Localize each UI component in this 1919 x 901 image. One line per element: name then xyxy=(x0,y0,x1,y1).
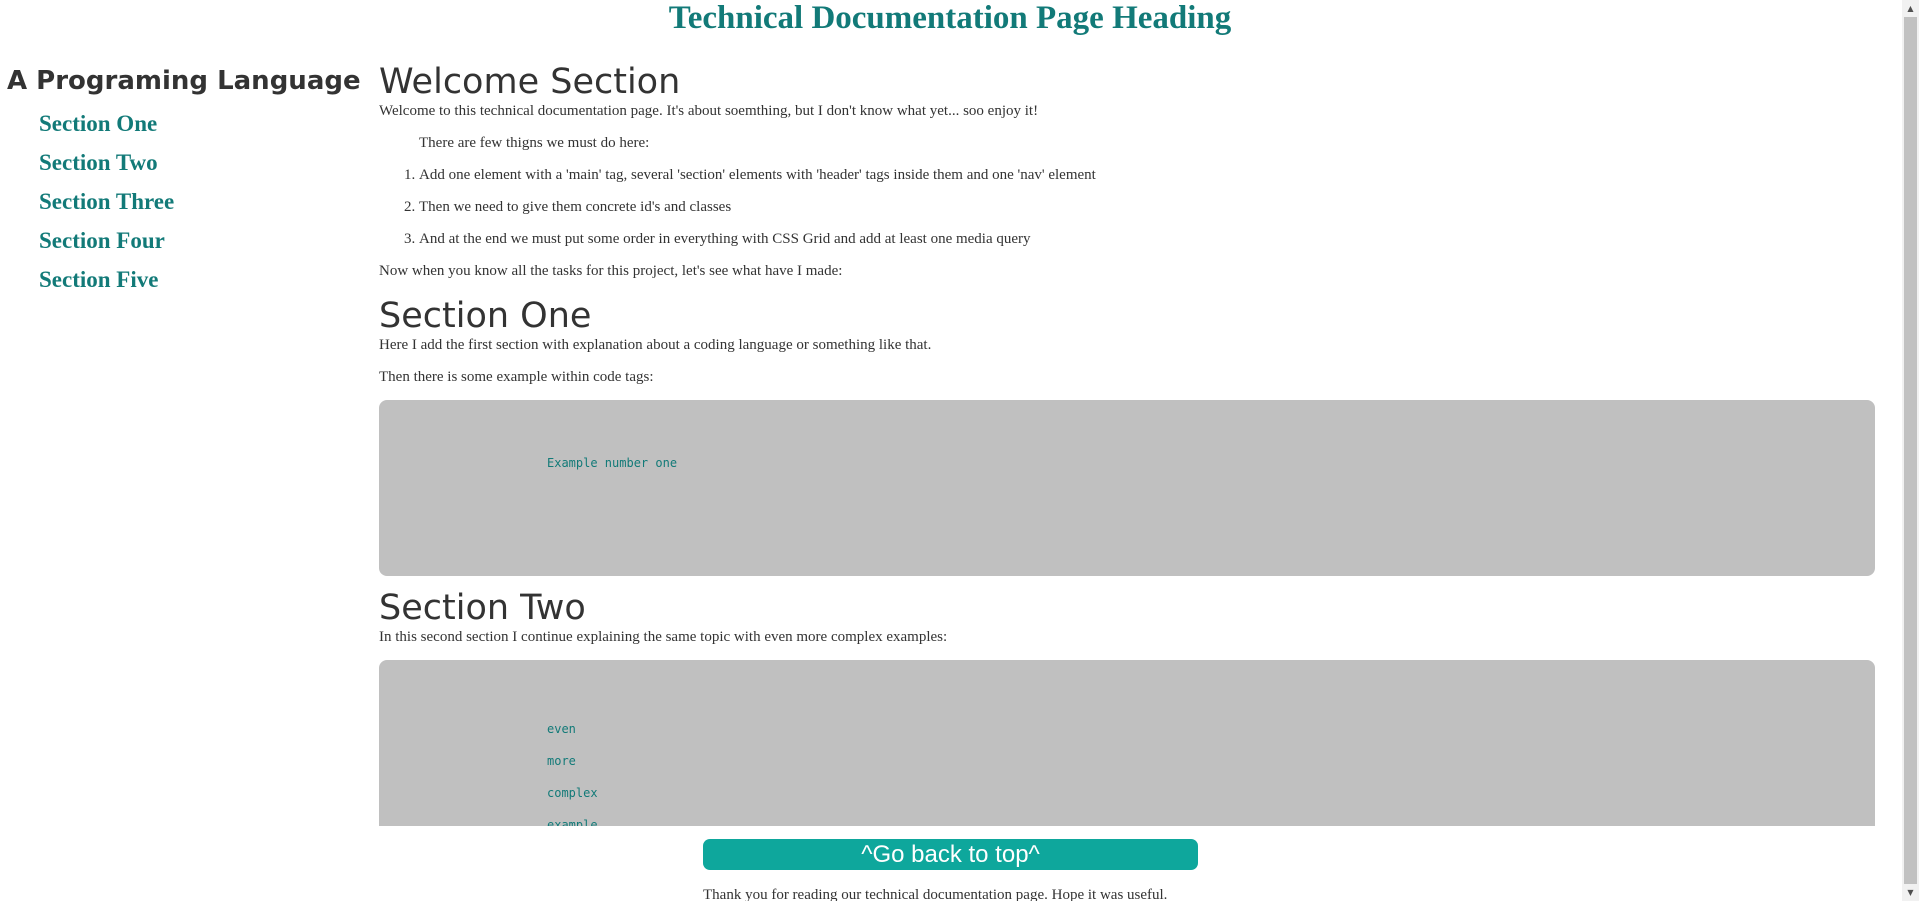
nav-header: A Programing Language xyxy=(7,66,361,96)
code-line: example xyxy=(547,818,598,826)
task-list: Add one element with a 'main' tag, sever… xyxy=(379,166,1875,248)
code-line: even xyxy=(547,722,576,736)
nav-link-section-two[interactable]: Section Two xyxy=(39,143,357,182)
tasks-intro: There are few thigns we must do here: xyxy=(419,135,650,151)
welcome-intro: Welcome to this technical documentation … xyxy=(379,103,1039,119)
vertical-scrollbar[interactable]: ▲ ▼ xyxy=(1902,0,1919,901)
code-block: even more complex example xyxy=(379,660,1875,826)
section-one: Section One Here I add the first section… xyxy=(379,294,1875,576)
task-item: Then we need to give them concrete id's … xyxy=(419,198,1875,216)
scroll-down-icon[interactable]: ▼ xyxy=(1902,884,1919,901)
nav-link-section-three[interactable]: Section Three xyxy=(39,182,357,221)
task-item: And at the end we must put some order in… xyxy=(419,230,1875,248)
nav-link-section-four[interactable]: Section Four xyxy=(39,221,357,260)
code-line: Example number one xyxy=(547,456,678,470)
scroll-thumb[interactable] xyxy=(1904,17,1917,884)
section-one-paragraph: Here I add the first section with explan… xyxy=(379,337,932,353)
code-line: complex xyxy=(547,786,598,800)
section-two: Section Two In this second section I con… xyxy=(379,586,1875,826)
main-content: Welcome Section Welcome to this technica… xyxy=(379,60,1875,826)
section-one-title: Section One xyxy=(379,296,592,336)
task-item: Add one element with a 'main' tag, sever… xyxy=(419,166,1875,184)
nav-list: Section One Section Two Section Three Se… xyxy=(7,104,357,299)
page-title: Technical Documentation Page Heading xyxy=(668,0,1232,36)
navbar: A Programing Language Section One Sectio… xyxy=(7,64,361,299)
welcome-outro: Now when you know all the tasks for this… xyxy=(379,263,843,279)
code-line: more xyxy=(547,754,576,768)
scroll-up-icon[interactable]: ▲ xyxy=(1902,0,1919,17)
welcome-section-title: Welcome Section xyxy=(379,62,681,102)
nav-link-section-one[interactable]: Section One xyxy=(39,104,357,143)
welcome-section: Welcome Section Welcome to this technica… xyxy=(379,60,1875,280)
footer: ^Go back to top^ Thank you for reading o… xyxy=(703,839,1198,901)
nav-link-section-five[interactable]: Section Five xyxy=(39,260,357,299)
footer-text: Thank you for reading our technical docu… xyxy=(703,887,1168,901)
code-block: Example number one xyxy=(379,400,1875,576)
section-two-title: Section Two xyxy=(379,588,586,628)
section-one-code-intro: Then there is some example within code t… xyxy=(379,369,654,385)
back-to-top-button[interactable]: ^Go back to top^ xyxy=(703,839,1198,870)
section-two-paragraph: In this second section I continue explai… xyxy=(379,629,948,645)
